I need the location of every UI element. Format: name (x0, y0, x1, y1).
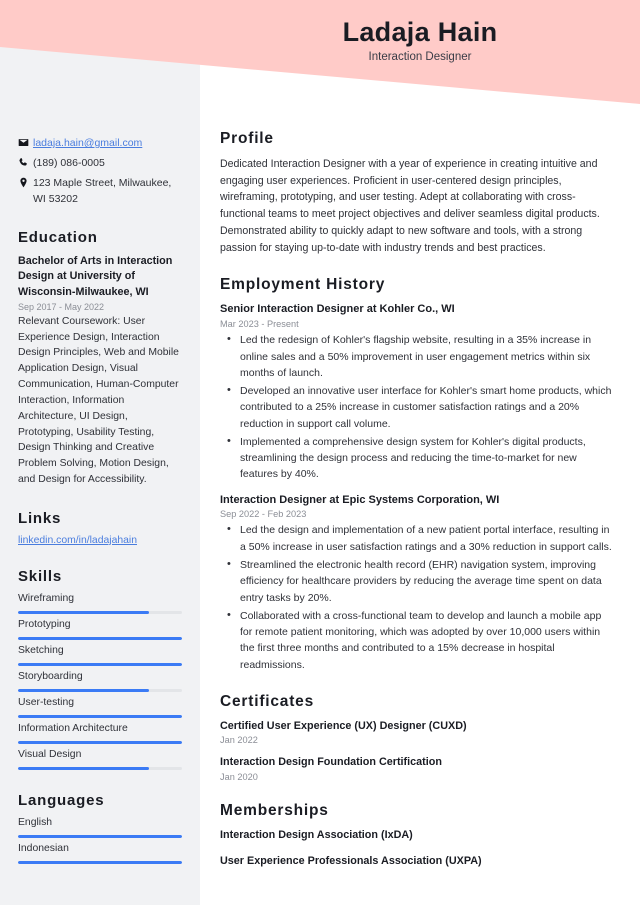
link-item-linkedin[interactable]: linkedin.com/in/ladajahain (18, 535, 137, 546)
language-label: Indonesian (18, 842, 69, 854)
profile-heading: Profile (220, 130, 274, 147)
skill-item: Wireframing (18, 593, 182, 614)
skill-label: Information Architecture (18, 722, 128, 734)
languages-heading: Languages (18, 791, 105, 809)
resume-page: Ladaja Hain Interaction Designer ladaja.… (0, 0, 640, 905)
job-date: Mar 2023 - Present (220, 319, 299, 330)
education-degree: Bachelor of Arts in Interaction Design a… (18, 254, 173, 298)
education-date: Sep 2017 - May 2022 (18, 301, 105, 312)
memberships-heading: Memberships (220, 802, 329, 819)
employment-section: Employment History Senior Interaction De… (220, 276, 612, 672)
phone-text: (189) 086-0005 (33, 157, 105, 170)
job-bullets: Led the design and implementation of a n… (224, 521, 612, 673)
education-description: Relevant Coursework: User Experience Des… (18, 315, 179, 485)
language-bar (18, 860, 182, 864)
job-bullet: Led the redesign of Kohler's flagship we… (224, 331, 612, 381)
job-bullet: Collaborated with a cross-functional tea… (224, 607, 612, 673)
skill-item: Sketching (18, 645, 182, 666)
skill-bar (18, 688, 182, 692)
skill-item: Prototyping (18, 619, 182, 640)
sidebar-content: ladaja.hain@gmail.com (189) 086-0005 123… (0, 0, 200, 869)
skill-label: User-testing (18, 696, 75, 708)
links-heading: Links (18, 509, 62, 527)
job-entry: Interaction Designer at Epic Systems Cor… (220, 493, 612, 673)
skill-bar-fill (18, 636, 182, 640)
skill-label: Storyboarding (18, 670, 83, 682)
skill-bar-fill (18, 662, 182, 666)
envelope-icon (18, 136, 33, 148)
skill-item: Storyboarding (18, 671, 182, 692)
skill-bar-fill (18, 610, 150, 614)
skill-bar (18, 714, 182, 718)
job-bullet: Developed an innovative user interface f… (224, 382, 612, 432)
skill-bar (18, 662, 182, 666)
contact-item-phone: (189) 086-0005 (18, 156, 182, 171)
certificates-heading: Certificates (220, 692, 315, 710)
memberships-list: Interaction Design Association (IxDA) Use… (220, 828, 612, 868)
job-bullet: Led the design and implementation of a n… (224, 521, 612, 555)
skill-bar (18, 636, 182, 640)
certificates-section: Certificates Certified User Experience (… (220, 693, 612, 782)
skill-bar-fill (18, 766, 150, 770)
links-list: linkedin.com/in/ladajahain (18, 535, 182, 546)
language-label: English (18, 816, 53, 828)
job-entry: Senior Interaction Designer at Kohler Co… (220, 302, 612, 482)
employment-heading: Employment History (220, 276, 386, 294)
skills-heading: Skills (18, 567, 62, 585)
skills-list: Wireframing Prototyping Sketching Storyboar… (18, 593, 182, 770)
language-bar (18, 834, 182, 838)
education-entry: Bachelor of Arts in Interaction Design a… (18, 254, 182, 488)
skill-bar-fill (18, 688, 150, 692)
membership-entry: User Experience Professionals Associatio… (220, 854, 482, 867)
profile-section: Profile Dedicated Interaction Designer w… (220, 130, 612, 256)
location-pin-icon (18, 176, 33, 188)
skill-item: Information Architecture (18, 723, 182, 744)
skill-label: Prototyping (18, 618, 71, 630)
skill-bar (18, 740, 182, 744)
job-bullet: Implemented a comprehensive design syste… (224, 433, 612, 483)
job-title: Interaction Designer at Epic Systems Cor… (220, 493, 500, 506)
membership-entry: Interaction Design Association (IxDA) (220, 829, 413, 841)
job-bullets: Led the redesign of Kohler's flagship we… (224, 331, 612, 483)
language-item: Indonesian (18, 843, 182, 864)
contact-item-address: 123 Maple Street, Milwaukee, WI 53202 (18, 176, 182, 206)
job-title: Senior Interaction Designer at Kohler Co… (220, 303, 455, 316)
skill-bar (18, 766, 182, 770)
skill-item: Visual Design (18, 749, 182, 770)
skill-bar-fill (18, 714, 182, 718)
skill-label: Sketching (18, 644, 64, 656)
profile-text: Dedicated Interaction Designer with a ye… (220, 158, 600, 254)
languages-list: English Indonesian (18, 817, 182, 864)
certificate-date: Jan 2020 (220, 772, 258, 782)
jobs-list: Senior Interaction Designer at Kohler Co… (220, 302, 612, 672)
language-bar-fill (18, 860, 182, 864)
main-content: Profile Dedicated Interaction Designer w… (200, 0, 640, 879)
memberships-section: Memberships Interaction Design Associati… (220, 802, 612, 868)
certificate-name: Interaction Design Foundation Certificat… (220, 756, 442, 769)
skill-label: Visual Design (18, 748, 82, 760)
certificate-name: Certified User Experience (UX) Designer … (220, 719, 467, 732)
job-bullet: Streamlined the electronic health record… (224, 556, 612, 606)
skill-item: User-testing (18, 697, 182, 718)
language-bar-fill (18, 834, 182, 838)
certificate-entry: Certified User Experience (UX) Designer … (220, 719, 612, 746)
address-text: 123 Maple Street, Milwaukee, WI 53202 (33, 177, 172, 205)
language-item: English (18, 817, 182, 838)
certificate-entry: Interaction Design Foundation Certificat… (220, 755, 612, 782)
certificate-date: Jan 2022 (220, 735, 258, 746)
education-heading: Education (18, 228, 98, 246)
contact-item-email: ladaja.hain@gmail.com (18, 136, 182, 151)
email-text[interactable]: ladaja.hain@gmail.com (33, 136, 182, 151)
skill-label: Wireframing (18, 592, 75, 604)
phone-icon (18, 156, 33, 168)
job-date: Sep 2022 - Feb 2023 (220, 509, 307, 520)
skill-bar (18, 610, 182, 614)
contact-list: ladaja.hain@gmail.com (189) 086-0005 123… (18, 136, 182, 207)
skill-bar-fill (18, 740, 182, 744)
certificates-list: Certified User Experience (UX) Designer … (220, 719, 612, 782)
